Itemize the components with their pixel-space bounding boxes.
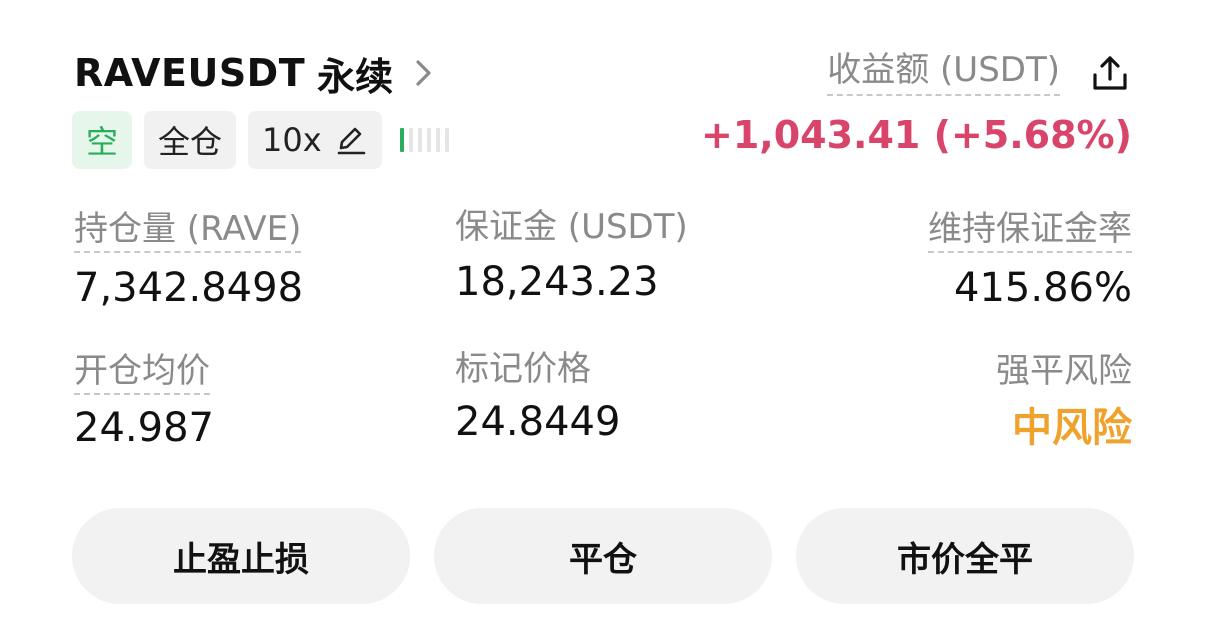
mark-price-block: 标记价格 [455,348,591,390]
share-icon[interactable] [1090,53,1130,93]
contract-type-label: 永续 [317,54,394,99]
position-size-block: 持仓量 (RAVE) [74,208,302,253]
pnl-label[interactable]: 收益额 (USDT) [827,50,1060,96]
maint-margin-ratio-value: 415.86% [954,265,1132,311]
risk-bar [435,128,440,152]
margin-block: 保证金 (USDT) [455,206,688,248]
side-badge: 空 [72,111,133,169]
risk-bar [408,128,413,152]
entry-price-value: 24.987 [74,405,214,451]
symbol-label: RAVEUSDT [74,51,306,95]
risk-bar [426,128,431,152]
risk-bar [417,128,422,152]
leverage-label: 10x [262,121,322,159]
entry-price-label[interactable]: 开仓均价 [74,351,210,395]
position-size-value: 7,342.8498 [74,265,304,311]
risk-bar [444,128,449,152]
margin-value: 18,243.23 [455,259,659,305]
position-tags: 空 全仓 10x [72,110,449,170]
liq-risk-block: 强平风险 [996,350,1132,392]
pnl-header: 收益额 (USDT) [827,48,1130,98]
tp-sl-button[interactable]: 止盈止损 [72,508,410,604]
mark-price-value: 24.8449 [455,399,621,445]
risk-bar [399,128,404,152]
leverage-button[interactable]: 10x [248,111,382,169]
position-title-link[interactable]: RAVEUSDT 永续 [74,48,435,99]
margin-label: 保证金 (USDT) [455,207,688,247]
entry-price-block: 开仓均价 [74,350,210,395]
liq-risk-label: 强平风险 [996,351,1132,391]
pnl-value: +1,043.41 (+5.68%) [701,113,1132,157]
edit-icon [334,123,368,157]
maint-margin-block: 维持保证金率 [928,208,1132,253]
risk-level-bars [399,111,449,169]
liq-risk-value: 中风险 [1012,405,1132,451]
chevron-right-icon [413,58,435,88]
maint-margin-ratio-label[interactable]: 维持保证金率 [928,209,1132,253]
mark-price-label: 标记价格 [455,349,591,389]
margin-mode-badge: 全仓 [144,111,237,169]
market-close-all-button[interactable]: 市价全平 [796,508,1134,604]
position-size-label[interactable]: 持仓量 (RAVE) [74,209,302,253]
close-position-button[interactable]: 平仓 [434,508,772,604]
